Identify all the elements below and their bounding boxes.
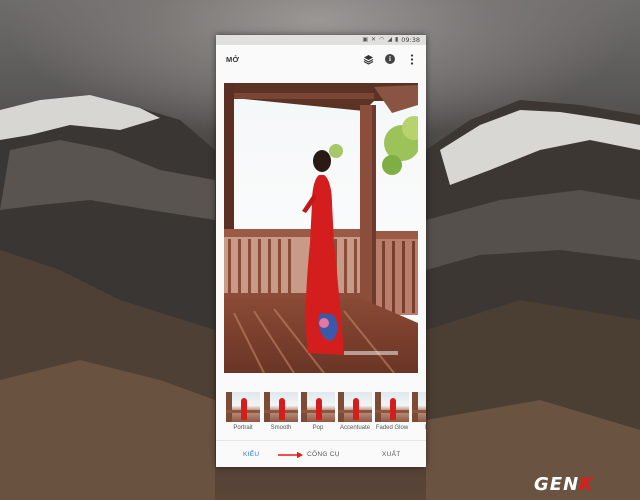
edited-photo[interactable] [224,83,418,373]
filter-label: Smooth [270,425,292,431]
layers-icon [363,54,373,65]
filter-thumbnail [226,392,260,422]
filter-more[interactable]: Mo [412,392,426,431]
red-arrow-icon [278,451,303,459]
logo-text-k: K [579,474,595,495]
filter-label: Faded Glow [375,425,409,431]
wifi-icon: ◠ [379,37,385,43]
bottom-nav: KIỂU CÔNG CỤ XUẤT [216,440,426,467]
info-button[interactable]: i [382,51,398,67]
look-filter-strip: Portrait Smooth Pop Accentuate Faded Glo… [216,390,426,440]
tab-export[interactable]: XUẤT [382,451,401,458]
status-bar: ▣ ✕ ◠ ◢ ▮ 09:38 [216,35,426,45]
filter-faded-glow[interactable]: Faded Glow [375,392,409,431]
phone-screen: ▣ ✕ ◠ ◢ ▮ 09:38 MỞ i Portrait Smooth Pop… [216,35,426,467]
filter-thumbnail [301,392,335,422]
filter-portrait[interactable]: Portrait [226,392,260,431]
tab-tools[interactable]: CÔNG CỤ [307,451,340,458]
filter-pop[interactable]: Pop [301,392,335,431]
filter-label: Mo [412,425,426,431]
more-menu-button[interactable] [404,51,420,67]
app-bar: MỞ i [216,45,426,73]
filter-label: Pop [312,425,324,431]
mute-icon: ✕ [371,37,377,43]
logo-text-gen: GEN [534,474,580,495]
layers-button[interactable] [360,51,376,67]
filter-thumbnail [375,392,409,422]
open-button[interactable]: MỞ [226,55,354,64]
filter-thumbnail [338,392,372,422]
notification-icon: ▣ [362,37,369,43]
info-icon: i [385,54,395,64]
filter-accentuate[interactable]: Accentuate [338,392,372,431]
filter-smooth[interactable]: Smooth [264,392,298,431]
more-vert-icon [410,53,414,65]
filter-label: Accentuate [339,425,371,431]
filter-thumbnail [412,392,426,422]
signal-icon: ◢ [387,37,392,43]
battery-icon: ▮ [394,37,399,43]
tab-styles[interactable]: KIỂU [243,451,259,458]
photo-image [224,83,418,373]
filter-label: Portrait [233,425,253,431]
filter-thumbnail [264,392,298,422]
genk-logo: GENK [534,474,594,495]
status-time: 09:38 [401,36,420,44]
